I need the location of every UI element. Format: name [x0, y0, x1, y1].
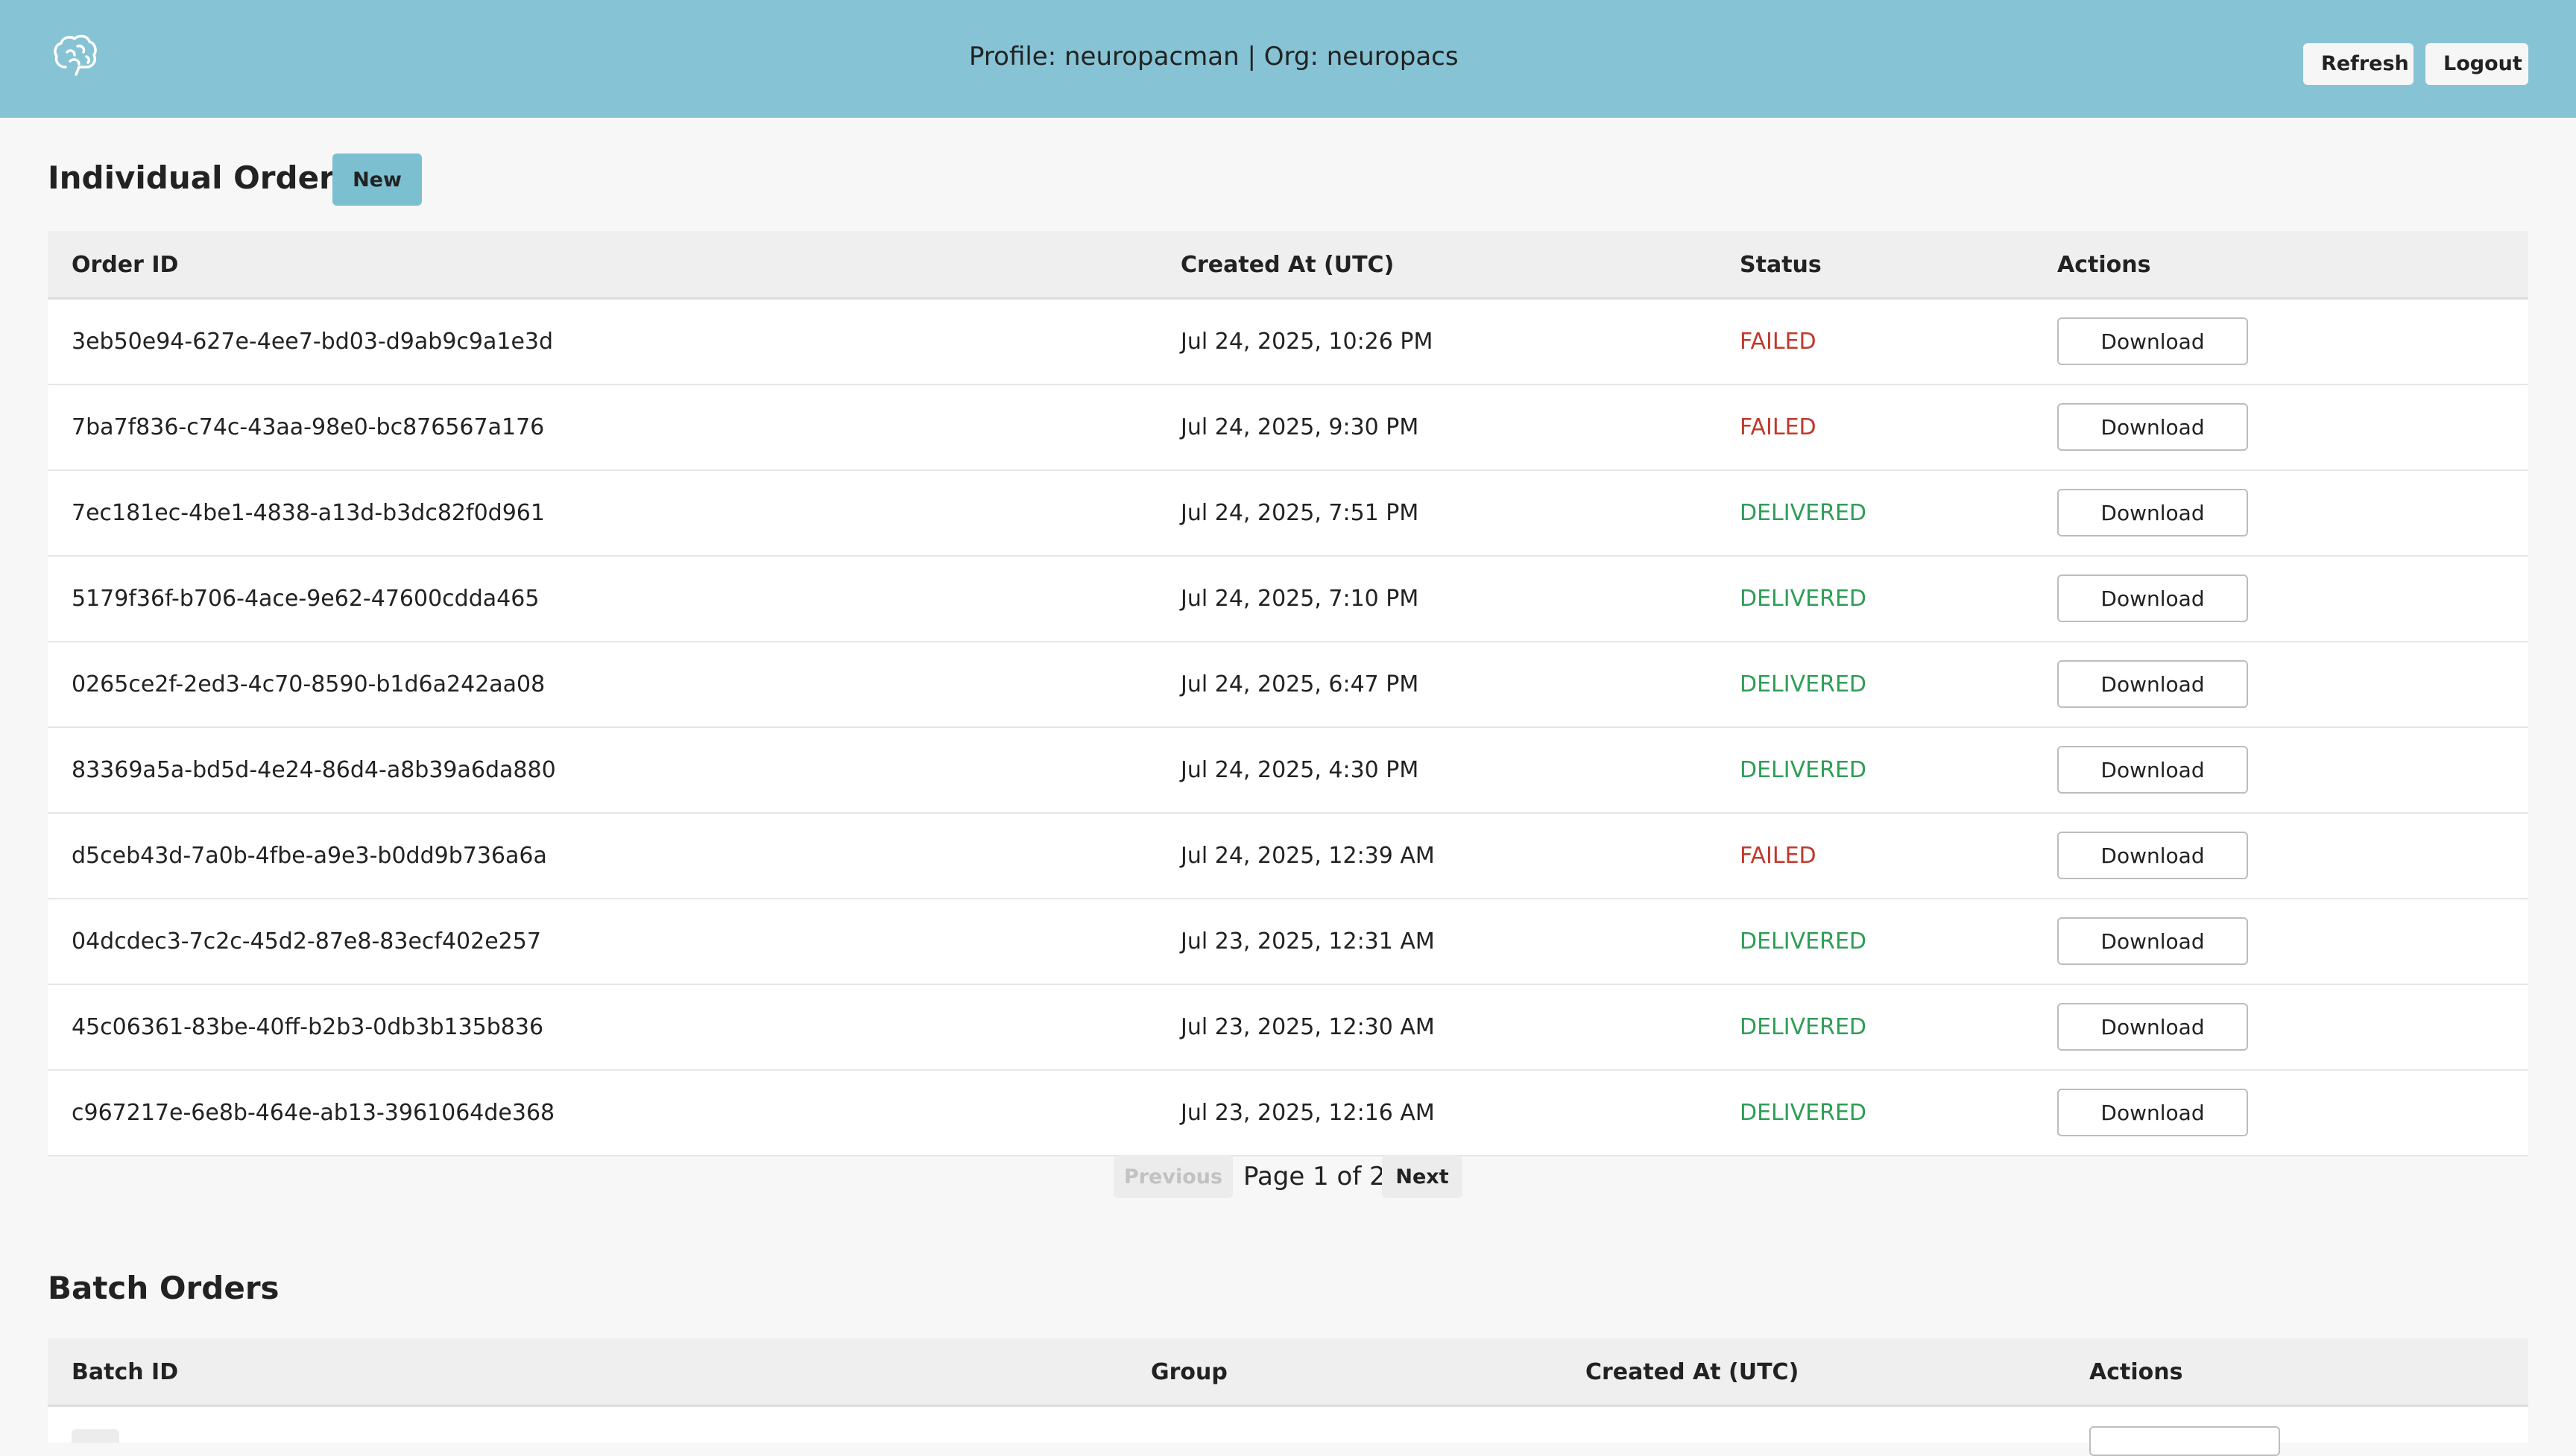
table-row: 5179f36f-b706-4ace-9e62-47600cdda465 Jul …	[48, 557, 2528, 642]
order-id-cell: 7ba7f836-c74c-43aa-98e0-bc876567a176	[72, 414, 545, 440]
individual-orders-table: Order ID Created At (UTC) Status Actions…	[48, 231, 2528, 1156]
logout-button[interactable]: Logout	[2425, 43, 2528, 85]
table-row: 7ba7f836-c74c-43aa-98e0-bc876567a176 Jul …	[48, 385, 2528, 471]
column-header-batch-id: Batch ID	[72, 1359, 179, 1385]
status-badge: DELIVERED	[1740, 928, 1866, 955]
top-header: Profile: neuropacman | Org: neuropacs Re…	[0, 0, 2576, 118]
previous-page-button[interactable]: Previous	[1114, 1155, 1233, 1198]
table-row: 3eb50e94-627e-4ee7-bd03-d9ab9c9a1e3d Jul …	[48, 300, 2528, 385]
order-id-cell: d5ceb43d-7a0b-4fbe-a9e3-b0dd9b736a6a	[72, 843, 547, 869]
order-id-cell: 7ec181ec-4be1-4838-a13d-b3dc82f0d961	[72, 500, 545, 526]
created-at-cell: Jul 23, 2025, 12:16 AM	[1181, 1100, 1435, 1126]
download-button[interactable]: Download	[2057, 575, 2248, 622]
created-at-cell: Jul 24, 2025, 4:30 PM	[1181, 757, 1419, 783]
status-badge: FAILED	[1740, 414, 1816, 440]
download-button[interactable]: Download	[2057, 832, 2248, 879]
column-header-actions: Actions	[2057, 252, 2151, 278]
table-row: 04dcdec3-7c2c-45d2-87e8-83ecf402e257 Jul …	[48, 899, 2528, 985]
table-row: 7ec181ec-4be1-4838-a13d-b3dc82f0d961 Jul …	[48, 471, 2528, 557]
batch-table-header: Batch ID Group Created At (UTC) Actions	[48, 1338, 2528, 1407]
created-at-cell: Jul 24, 2025, 7:51 PM	[1181, 500, 1419, 526]
table-row: d5ceb43d-7a0b-4fbe-a9e3-b0dd9b736a6a Jul …	[48, 814, 2528, 899]
download-button[interactable]: Download	[2057, 489, 2248, 536]
order-id-cell: 45c06361-83be-40ff-b2b3-0db3b135b836	[72, 1014, 544, 1040]
status-badge: DELIVERED	[1740, 1100, 1866, 1126]
download-button[interactable]: Download	[2057, 317, 2248, 365]
created-at-cell: Jul 23, 2025, 12:31 AM	[1181, 928, 1435, 955]
column-header-order-id: Order ID	[72, 252, 179, 278]
status-badge: DELIVERED	[1740, 671, 1866, 697]
order-id-cell: 83369a5a-bd5d-4e24-86d4-a8b39a6da880	[72, 757, 556, 783]
download-button[interactable]: Download	[2057, 403, 2248, 451]
table-row: 0265ce2f-2ed3-4c70-8590-b1d6a242aa08 Jul …	[48, 642, 2528, 728]
download-button[interactable]: Download	[2057, 660, 2248, 708]
profile-org-text: Profile: neuropacman | Org: neuropacs	[969, 42, 1459, 72]
order-id-cell: 3eb50e94-627e-4ee7-bd03-d9ab9c9a1e3d	[72, 329, 554, 355]
created-at-cell: Jul 24, 2025, 9:30 PM	[1181, 414, 1419, 440]
status-badge: DELIVERED	[1740, 757, 1866, 783]
created-at-cell: Jul 24, 2025, 10:26 PM	[1181, 329, 1433, 355]
download-button[interactable]: Download	[2057, 1003, 2248, 1051]
table-row: 45c06361-83be-40ff-b2b3-0db3b135b836 Jul …	[48, 985, 2528, 1071]
next-page-button[interactable]: Next	[1382, 1155, 1462, 1198]
status-badge: FAILED	[1740, 329, 1816, 355]
batch-row-expand-toggle[interactable]	[72, 1429, 119, 1443]
refresh-button[interactable]: Refresh	[2303, 43, 2414, 85]
status-badge: DELIVERED	[1740, 586, 1866, 612]
column-header-created-at: Created At (UTC)	[1181, 252, 1395, 278]
brain-icon[interactable]	[49, 30, 103, 83]
status-badge: DELIVERED	[1740, 500, 1866, 526]
batch-orders-title: Batch Orders	[48, 1270, 280, 1306]
table-row: c967217e-6e8b-464e-ab13-3961064de368 Jul …	[48, 1071, 2528, 1156]
batch-row-download-button[interactable]	[2089, 1426, 2280, 1456]
individual-orders-title: Individual Orders	[48, 159, 353, 196]
order-id-cell: 5179f36f-b706-4ace-9e62-47600cdda465	[72, 586, 540, 612]
pagination: Previous Page 1 of 2 Next	[0, 1155, 2576, 1198]
order-id-cell: c967217e-6e8b-464e-ab13-3961064de368	[72, 1100, 555, 1126]
status-badge: DELIVERED	[1740, 1014, 1866, 1040]
created-at-cell: Jul 23, 2025, 12:30 AM	[1181, 1014, 1435, 1040]
created-at-cell: Jul 24, 2025, 7:10 PM	[1181, 586, 1419, 612]
table-header: Order ID Created At (UTC) Status Actions	[48, 231, 2528, 300]
column-header-group: Group	[1151, 1359, 1228, 1385]
new-order-button[interactable]: New	[332, 153, 422, 206]
table-row: 83369a5a-bd5d-4e24-86d4-a8b39a6da880 Jul …	[48, 728, 2528, 814]
created-at-cell: Jul 24, 2025, 12:39 AM	[1181, 843, 1435, 869]
column-header-batch-created-at: Created At (UTC)	[1585, 1359, 1799, 1385]
page-indicator: Page 1 of 2	[1243, 1162, 1386, 1191]
order-id-cell: 04dcdec3-7c2c-45d2-87e8-83ecf402e257	[72, 928, 541, 955]
download-button[interactable]: Download	[2057, 917, 2248, 965]
column-header-batch-actions: Actions	[2089, 1359, 2183, 1385]
download-button[interactable]: Download	[2057, 1089, 2248, 1136]
table-body: 3eb50e94-627e-4ee7-bd03-d9ab9c9a1e3d Jul …	[48, 300, 2528, 1156]
status-badge: FAILED	[1740, 843, 1816, 869]
download-button[interactable]: Download	[2057, 746, 2248, 794]
order-id-cell: 0265ce2f-2ed3-4c70-8590-b1d6a242aa08	[72, 671, 546, 697]
created-at-cell: Jul 24, 2025, 6:47 PM	[1181, 671, 1419, 697]
column-header-status: Status	[1740, 252, 1822, 278]
